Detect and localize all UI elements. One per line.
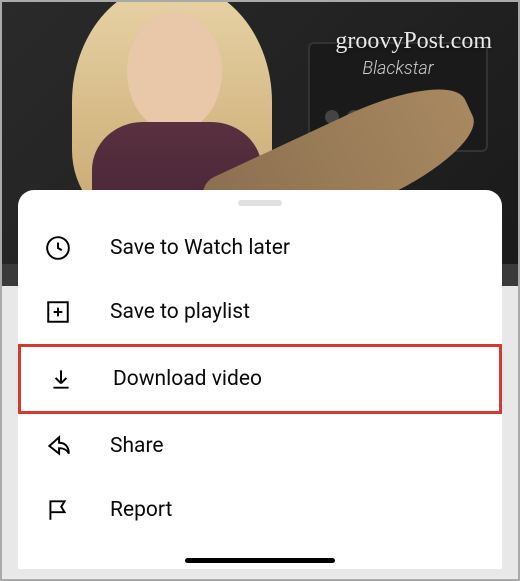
sheet-drag-handle[interactable] [238, 200, 282, 206]
flag-icon [44, 496, 72, 524]
menu-item-download[interactable]: Download video [18, 344, 502, 414]
menu-label: Download video [113, 367, 262, 391]
menu-label: Report [110, 498, 172, 522]
menu-item-report[interactable]: Report [18, 478, 502, 542]
playlist-add-icon [44, 298, 72, 326]
menu-label: Save to Watch later [110, 236, 290, 260]
bottom-sheet: Save to Watch later Save to playlist Dow… [18, 190, 502, 569]
watermark-text: groovyPost.com [335, 28, 492, 55]
download-icon [47, 365, 75, 393]
menu-item-save-playlist[interactable]: Save to playlist [18, 280, 502, 344]
home-indicator[interactable] [185, 558, 335, 563]
menu-item-share[interactable]: Share [18, 414, 502, 478]
menu-label: Save to playlist [110, 300, 250, 324]
clock-icon [44, 234, 72, 262]
amp-label: Blackstar [362, 58, 433, 79]
menu-item-watch-later[interactable]: Save to Watch later [18, 216, 502, 280]
share-icon [44, 432, 72, 460]
menu-label: Share [110, 434, 164, 458]
